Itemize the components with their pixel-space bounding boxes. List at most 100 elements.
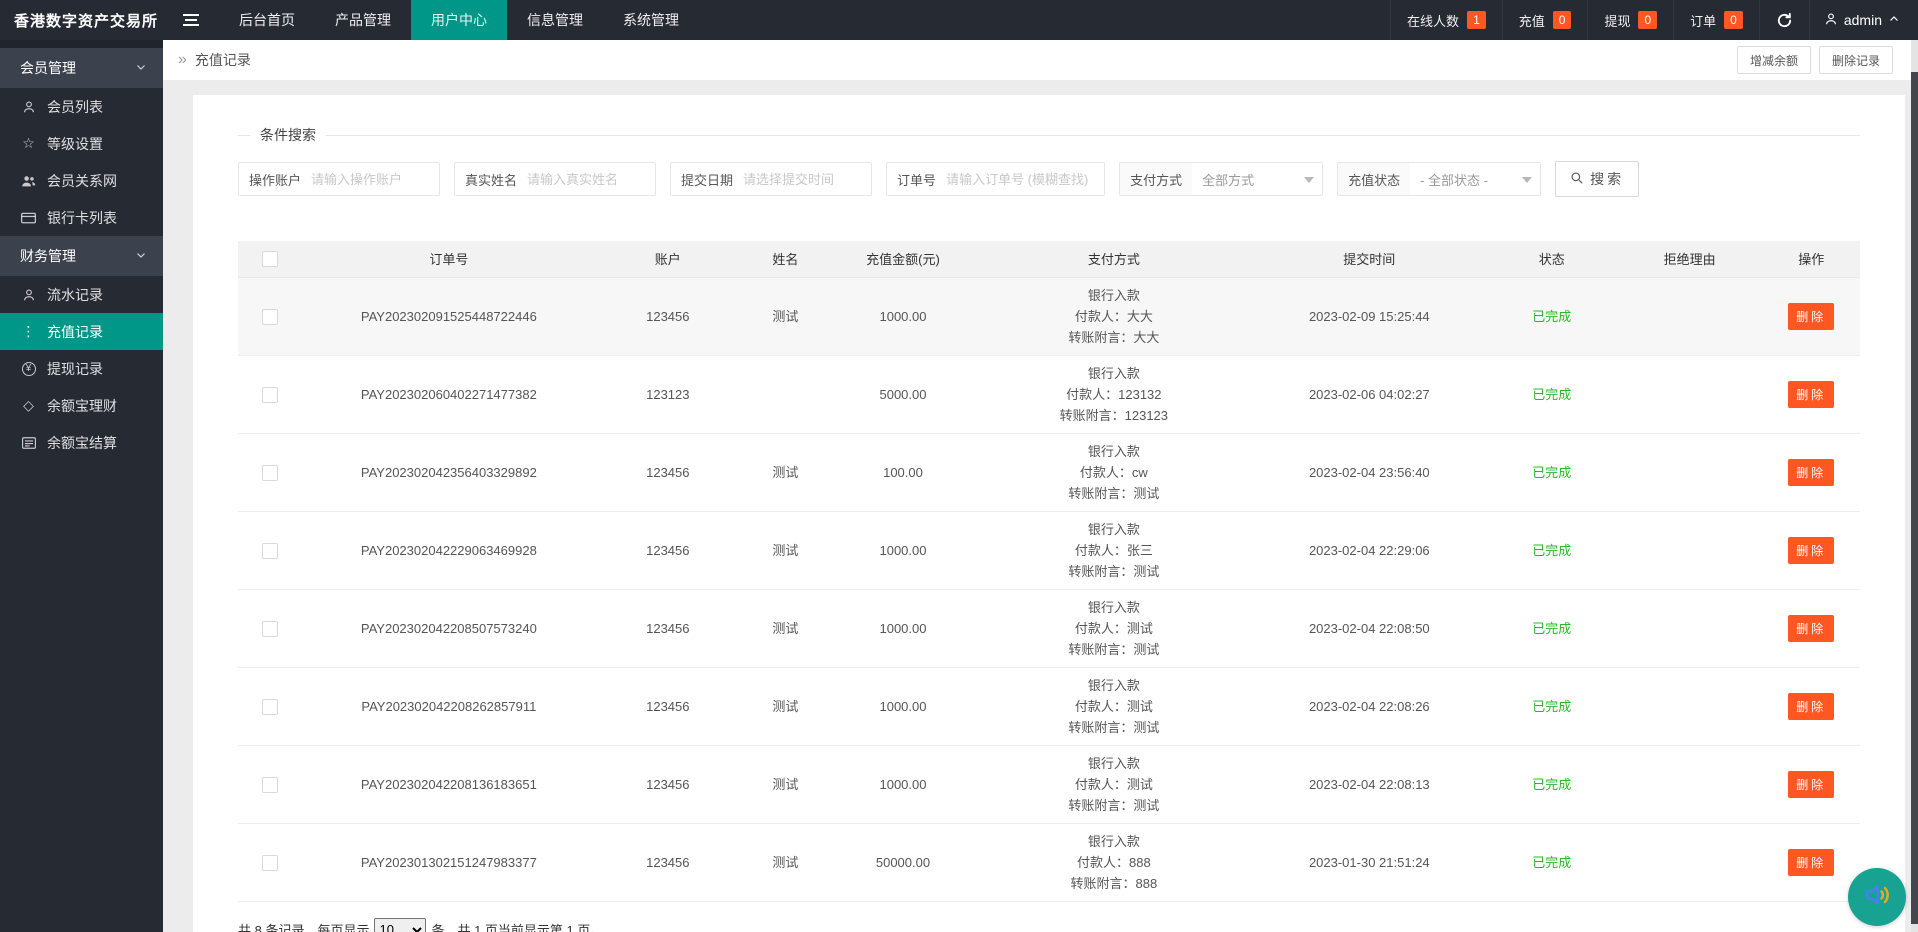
sidebar-item-yuebao-invest[interactable]: ◇ 余额宝理财 (0, 387, 163, 424)
page-size-select[interactable]: 10 (374, 918, 426, 932)
hamburger-menu-icon[interactable] (163, 0, 219, 40)
table-row: PAY202302042208507573240 123456 测试 1000.… (238, 589, 1860, 667)
pay-method-cell: 银行入款 付款人：888 转账附言：888 (976, 823, 1252, 901)
sidebar-section-member-management[interactable]: 会员管理 (0, 48, 163, 88)
order-no-cell: PAY202302042208262857911 (303, 667, 595, 745)
status-badge: 已完成 (1487, 667, 1617, 745)
col-account: 账户 (595, 241, 741, 277)
brand-title: 香港数字资产交易所 (0, 10, 163, 31)
col-action: 操作 (1763, 241, 1860, 277)
scrollbar-thumb[interactable] (1911, 72, 1918, 924)
stat-recharge[interactable]: 充值 0 (1502, 0, 1588, 40)
chevron-down-icon (135, 248, 147, 264)
sidebar-item-withdraw-records[interactable]: ¥ 提现记录 (0, 350, 163, 387)
nav-item-products[interactable]: 产品管理 (315, 0, 411, 40)
bank-card-icon (20, 212, 37, 224)
name-cell: 测试 (741, 745, 830, 823)
delete-records-button[interactable]: 删除记录 (1819, 46, 1893, 74)
select-all-checkbox[interactable] (262, 251, 278, 267)
reject-reason-cell (1617, 355, 1763, 433)
group-icon (20, 174, 37, 188)
submit-date-input[interactable] (743, 172, 871, 187)
order-no-input[interactable] (946, 172, 1104, 187)
sidebar-item-member-list[interactable]: 会员列表 (0, 88, 163, 125)
row-checkbox[interactable] (262, 699, 278, 715)
reject-reason-cell (1617, 823, 1763, 901)
search-button[interactable]: 搜索 (1555, 161, 1639, 197)
account-cell: 123456 (595, 823, 741, 901)
nav-item-dashboard[interactable]: 后台首页 (219, 0, 315, 40)
status-badge: 已完成 (1487, 511, 1617, 589)
account-cell: 123123 (595, 355, 741, 433)
nav-item-information[interactable]: 信息管理 (507, 0, 603, 40)
pagination-prefix: 共 8 条记录，每页显示 (238, 920, 369, 932)
breadcrumb-bar: » 充值记录 增减余额 删除记录 (163, 40, 1918, 80)
sidebar-item-member-network[interactable]: 会员关系网 (0, 162, 163, 199)
delete-button[interactable]: 删除 (1788, 381, 1834, 408)
user-menu[interactable]: admin (1809, 0, 1918, 40)
row-checkbox[interactable] (262, 543, 278, 559)
adjust-balance-button[interactable]: 增减余额 (1737, 46, 1811, 74)
sidebar-section-finance-management[interactable]: 财务管理 (0, 236, 163, 276)
row-checkbox[interactable] (262, 465, 278, 481)
delete-button[interactable]: 删除 (1788, 537, 1834, 564)
amount-cell: 1000.00 (830, 277, 976, 355)
row-checkbox[interactable] (262, 777, 278, 793)
pay-method-cell: 银行入款 付款人：测试 转账附言：测试 (976, 589, 1252, 667)
nav-item-user-center[interactable]: 用户中心 (411, 0, 507, 40)
content-card: 条件搜索 操作账户 真实姓名 提交日期 订单号 (193, 95, 1905, 932)
sound-toggle-button[interactable] (1848, 868, 1906, 926)
submit-time-cell: 2023-02-04 22:08:26 (1252, 667, 1487, 745)
name-cell: 测试 (741, 823, 830, 901)
name-cell: 测试 (741, 433, 830, 511)
row-checkbox[interactable] (262, 309, 278, 325)
account-cell: 123456 (595, 589, 741, 667)
chevron-down-icon (135, 60, 147, 76)
delete-button[interactable]: 删除 (1788, 849, 1834, 876)
user-icon (20, 100, 37, 114)
row-checkbox[interactable] (262, 621, 278, 637)
speaker-icon (1861, 879, 1893, 916)
withdraw-count-badge: 0 (1638, 11, 1657, 29)
submit-time-cell: 2023-02-06 04:02:27 (1252, 355, 1487, 433)
delete-button[interactable]: 删除 (1788, 459, 1834, 486)
chevron-up-icon (1888, 12, 1900, 28)
pay-method-cell: 银行入款 付款人：测试 转账附言：测试 (976, 667, 1252, 745)
sidebar-item-flow-records[interactable]: 流水记录 (0, 276, 163, 313)
amount-cell: 50000.00 (830, 823, 976, 901)
submit-time-cell: 2023-02-04 22:08:50 (1252, 589, 1487, 667)
sidebar-item-level-settings[interactable]: ☆ 等级设置 (0, 125, 163, 162)
delete-button[interactable]: 删除 (1788, 693, 1834, 720)
stat-withdraw[interactable]: 提现 0 (1587, 0, 1673, 40)
order-no-cell: PAY202302042208136183651 (303, 745, 595, 823)
sidebar-item-bank-card-list[interactable]: 银行卡列表 (0, 199, 163, 236)
account-cell: 123456 (595, 667, 741, 745)
row-checkbox[interactable] (262, 387, 278, 403)
real-name-input[interactable] (527, 172, 655, 187)
delete-button[interactable]: 删除 (1788, 615, 1834, 642)
col-pay-method: 支付方式 (976, 241, 1252, 277)
star-icon: ☆ (20, 136, 37, 152)
stat-online-users[interactable]: 在线人数 1 (1390, 0, 1502, 40)
col-name: 姓名 (741, 241, 830, 277)
sidebar-item-yuebao-settlement[interactable]: 余额宝结算 (0, 424, 163, 461)
delete-button[interactable]: 删除 (1788, 303, 1834, 330)
recharge-status-select[interactable]: - 全部状态 - (1410, 170, 1540, 189)
search-field-real-name: 真实姓名 (454, 162, 656, 196)
name-cell: 测试 (741, 667, 830, 745)
refresh-icon[interactable] (1759, 0, 1809, 40)
sidebar-item-recharge-records[interactable]: ⋮ 充值记录 (0, 313, 163, 350)
stat-orders[interactable]: 订单 0 (1673, 0, 1759, 40)
order-count-badge: 0 (1724, 11, 1743, 29)
name-cell: 测试 (741, 277, 830, 355)
nav-item-system[interactable]: 系统管理 (603, 0, 699, 40)
pay-method-select[interactable]: 全部方式 (1192, 170, 1322, 189)
search-icon (1570, 171, 1584, 188)
submit-time-cell: 2023-02-04 22:29:06 (1252, 511, 1487, 589)
account-input[interactable] (311, 172, 439, 187)
username: admin (1844, 12, 1882, 28)
row-checkbox[interactable] (262, 855, 278, 871)
delete-button[interactable]: 删除 (1788, 771, 1834, 798)
recharge-records-table: 订单号 账户 姓名 充值金额(元) 支付方式 提交时间 状态 拒绝理由 操作 P… (238, 241, 1860, 902)
table-row: PAY202302060402271477382 123123 5000.00 … (238, 355, 1860, 433)
